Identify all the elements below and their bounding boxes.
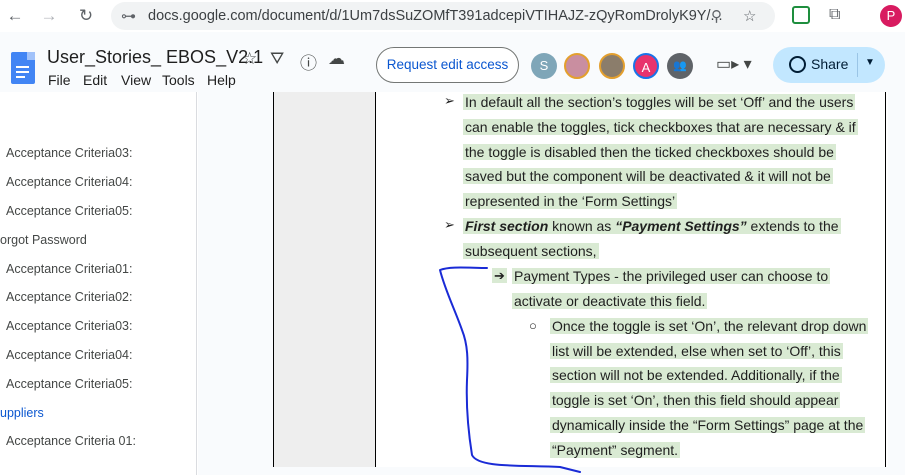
forward-icon[interactable]: → [38, 5, 60, 27]
share-divider [857, 53, 858, 77]
share-label: Share [811, 56, 849, 72]
text-line: Payment Types - the privileged user can … [512, 268, 831, 284]
table-right-border [885, 92, 886, 467]
arrow-bullet-icon: ➢ [444, 217, 455, 232]
menu-tools[interactable]: Tools [162, 72, 195, 88]
text-line: First section known as “Payment Settings… [463, 218, 841, 234]
browser-toolbar: ← → ↻ ⊶ docs.google.com/document/d/1Um7d… [0, 0, 905, 32]
text-line: saved but the component will be deactiva… [463, 168, 833, 184]
outline-item[interactable]: Acceptance Criteria03: [6, 146, 132, 160]
docs-header: User_Stories_ EBOS_V2.1 ☆ ⛛ ⓘ ☁ File Edi… [0, 32, 905, 92]
docs-logo-icon[interactable] [11, 52, 35, 84]
outline-item[interactable]: Acceptance Criteria02: [6, 290, 132, 304]
text-line: the toggle is disabled then the ticked c… [463, 144, 836, 160]
extension-green-icon[interactable] [792, 6, 810, 24]
star-icon[interactable]: ☆ [242, 49, 257, 69]
globe-icon [789, 56, 806, 73]
info-icon[interactable]: ⓘ [300, 49, 317, 74]
text-line: subsequent sections, [463, 243, 599, 259]
text-line: Once the toggle is set ‘On’, the relevan… [550, 318, 869, 334]
text-line: activate or deactivate this field. [512, 293, 708, 309]
outline-item[interactable]: Acceptance Criteria03: [6, 319, 132, 333]
menu-edit[interactable]: Edit [83, 72, 107, 88]
table-left-column [273, 92, 376, 467]
collaborator-avatar-a[interactable]: A [633, 53, 659, 79]
text-line: section will not be extended. Additional… [550, 367, 842, 383]
address-bar[interactable]: ⊶ docs.google.com/document/d/1Um7dsSuZOM… [111, 2, 775, 30]
site-settings-icon[interactable]: ⊶ [121, 7, 136, 25]
outline-item[interactable]: Acceptance Criteria 01: [6, 434, 136, 448]
outline-item-active[interactable]: uppliers [0, 406, 44, 420]
text-line: list will be extended, else when set to … [550, 343, 843, 359]
meet-video-icon[interactable]: ▭▸ ▾ [716, 54, 752, 74]
share-dropdown-icon[interactable]: ▼ [865, 57, 875, 68]
text-line: toggle is set ‘On’, then this field shou… [550, 392, 841, 408]
outline-item[interactable]: Acceptance Criteria04: [6, 348, 132, 362]
outline-item[interactable]: Acceptance Criteria04: [6, 175, 132, 189]
document-title[interactable]: User_Stories_ EBOS_V2.1 [47, 47, 263, 68]
document-canvas: ➢ In default all the section’s toggles w… [198, 92, 905, 475]
url-text[interactable]: docs.google.com/document/d/1Um7dsSuZOMfT… [148, 8, 723, 24]
menu-help[interactable]: Help [207, 72, 236, 88]
cloud-status-icon[interactable]: ☁ [328, 49, 345, 69]
profile-avatar[interactable]: P [880, 5, 902, 27]
request-edit-access-button[interactable]: Request edit access [376, 47, 519, 83]
back-icon[interactable]: ← [4, 5, 26, 27]
text-line: dynamically inside the “Form Settings” p… [550, 417, 866, 433]
arrow-bullet-icon: ➢ [444, 93, 455, 108]
outline-item[interactable]: orgot Password [0, 233, 87, 247]
zoom-icon[interactable]: ⚲ [711, 7, 722, 25]
collaborator-avatar-s[interactable]: S [531, 53, 557, 79]
more-collaborators-icon[interactable]: 👥 [667, 53, 693, 79]
reload-icon[interactable]: ↻ [75, 5, 97, 27]
outline-item[interactable]: Acceptance Criteria05: [6, 377, 132, 391]
bookmark-star-icon[interactable]: ☆ [743, 7, 756, 25]
outline-item[interactable]: Acceptance Criteria01: [6, 262, 132, 276]
extensions-puzzle-icon[interactable]: ⧉ [829, 6, 847, 24]
document-outline: Acceptance Criteria03: Acceptance Criter… [0, 92, 197, 475]
text-line: can enable the toggles, tick checkboxes … [463, 119, 858, 135]
collaborator-avatar-photo-1[interactable] [564, 53, 590, 79]
share-button[interactable]: Share ▼ [773, 47, 885, 83]
menu-file[interactable]: File [48, 72, 71, 88]
move-to-drive-icon[interactable]: ⛛ [270, 49, 284, 69]
outline-item[interactable]: Acceptance Criteria05: [6, 204, 132, 218]
text-line: represented in the ‘Form Settings’ [463, 193, 678, 209]
text-line: In default all the section’s toggles wil… [463, 94, 856, 110]
collaborator-avatar-photo-2[interactable] [599, 53, 625, 79]
circle-bullet-icon: ○ [529, 318, 537, 333]
menu-view[interactable]: View [121, 72, 151, 88]
text-line: “Payment” segment. [550, 442, 681, 458]
right-arrow-bullet-icon: ➔ [492, 268, 507, 283]
